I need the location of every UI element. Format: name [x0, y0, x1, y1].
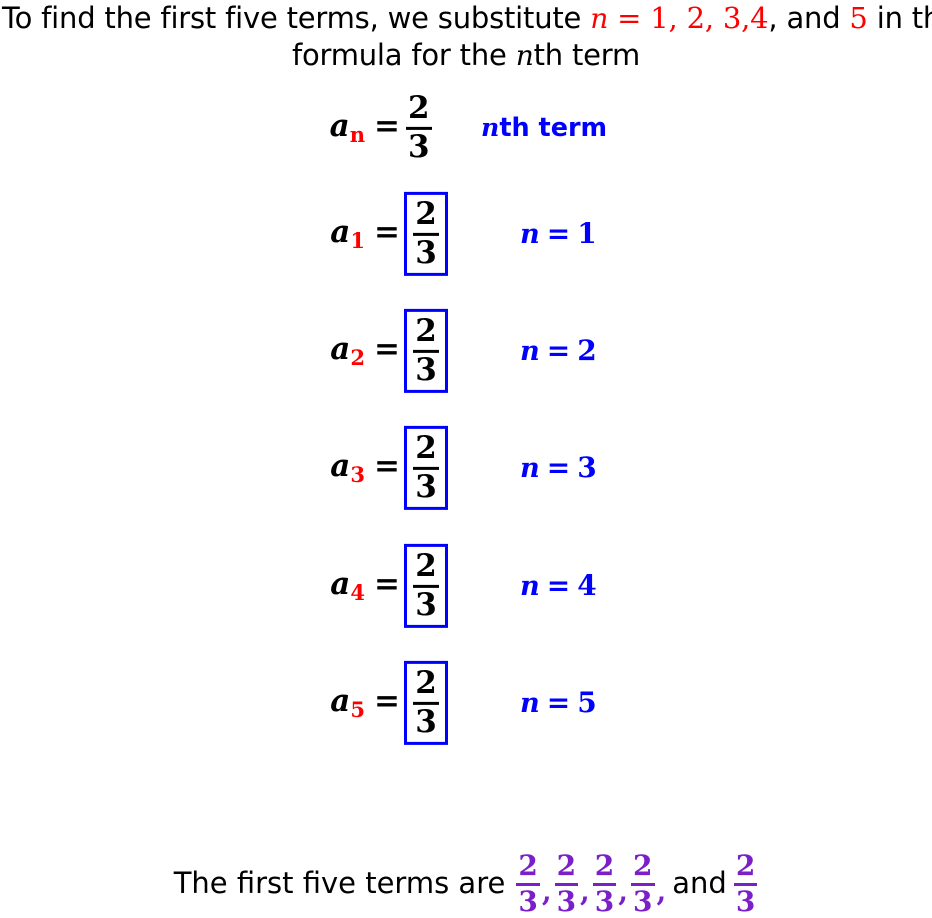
term-5-lhs: a5 =: [330, 686, 400, 720]
general-fraction-numerator: 2: [408, 89, 430, 126]
general-note-variable-n: n: [481, 111, 500, 142]
conclusion-fraction-4-numerator: 2: [633, 849, 653, 882]
conclusion-fraction-4-denominator: 3: [633, 884, 653, 918]
term-5-fraction: 2 3: [412, 664, 440, 740]
term-3-note-value: 3: [577, 450, 597, 484]
term-2-note-value: 2: [577, 333, 597, 367]
term-5-fraction-denominator: 3: [415, 703, 437, 740]
term-2-note-variable-n: n: [520, 334, 540, 367]
term-1-note-equals: =: [546, 216, 571, 250]
term-3-note-equals: =: [546, 450, 571, 484]
term-4-subscript: 4: [350, 579, 366, 605]
term-4-fraction: 2 3: [412, 547, 440, 623]
term-3-fraction-denominator: 3: [415, 468, 437, 505]
conclusion-fraction-3: 23: [592, 849, 617, 918]
term-5-note: n = 5: [520, 685, 597, 719]
general-note-text: th term: [499, 112, 608, 143]
term-4-note-variable-n: n: [520, 569, 540, 602]
term-2-note-equals: =: [546, 333, 571, 367]
term-1-fraction-numerator: 2: [415, 195, 437, 232]
term-4-symbol-a: a: [330, 566, 351, 603]
conclusion-separator-1: ,: [541, 875, 552, 909]
term-4-fraction-denominator: 3: [415, 586, 437, 623]
conclusion-fraction-1-numerator: 2: [518, 849, 538, 882]
general-fraction: 2 3: [405, 89, 433, 165]
term-5-note-value: 5: [577, 685, 597, 719]
term-5-equals-sign: =: [374, 683, 400, 720]
term-3-lhs: a3 =: [330, 451, 400, 485]
term-2-fraction-denominator: 3: [415, 351, 437, 388]
term-1-equals-sign: =: [374, 214, 400, 251]
term-2-note: n = 2: [520, 333, 597, 367]
term-2-lhs: a2 =: [330, 334, 400, 368]
general-note-nth-term: nth term: [481, 111, 608, 143]
conclusion-line: The first five terms are 2 3, 2 3, 2 3, 2 3, and 2…: [0, 851, 932, 915]
conclusion-fraction-5-denominator: 3: [735, 884, 756, 918]
term-2-answer-box: 2 3: [404, 308, 448, 394]
term-4-answer-box: 2 3: [404, 543, 448, 629]
term-4-equals-sign: =: [374, 566, 400, 603]
general-symbol-a: a: [329, 108, 350, 145]
term-3-equals-sign: =: [374, 448, 400, 485]
term-3-fraction-numerator: 2: [415, 429, 437, 466]
term-1-note-value: 1: [577, 216, 597, 250]
conclusion-fraction-2-denominator: 3: [556, 884, 577, 918]
conclusion-separator-4: ,: [656, 875, 667, 909]
term-2-fraction-numerator: 2: [415, 312, 437, 349]
term-3-subscript: 3: [350, 461, 366, 487]
general-fraction-denominator: 3: [408, 128, 430, 165]
term-1-note-variable-n: n: [520, 217, 540, 250]
term-3-note: n = 3: [520, 450, 597, 484]
term-1-lhs: a1 =: [330, 217, 400, 251]
term-5-answer-box: 2 3: [404, 660, 448, 746]
term-1-answer-box: 2 3: [404, 191, 448, 277]
term-3-fraction: 2 3: [412, 429, 440, 505]
term-5-subscript: 5: [350, 696, 366, 722]
conclusion-fraction-5-numerator: 2: [735, 849, 756, 882]
term-3-answer-box: 2 3: [404, 425, 448, 511]
term-4-lhs: a4 =: [330, 569, 400, 603]
term-2-equals-sign: =: [374, 331, 400, 368]
conclusion-fraction-3-denominator: 3: [594, 884, 615, 918]
term-5-note-equals: =: [546, 685, 571, 719]
term-3-note-variable-n: n: [520, 451, 540, 484]
term-5-symbol-a: a: [330, 683, 351, 720]
conclusion-fraction-1: 23: [515, 849, 540, 918]
term-3-symbol-a: a: [330, 448, 351, 485]
conclusion-fraction-4: 23: [630, 849, 655, 918]
term-5-fraction-numerator: 2: [415, 664, 437, 701]
term-4-note-equals: =: [546, 568, 571, 602]
term-4-fraction-numerator: 2: [415, 547, 437, 584]
term-2-subscript: 2: [350, 344, 366, 370]
term-1-note: n = 1: [520, 216, 597, 250]
conclusion-fraction-2: 23: [554, 849, 579, 918]
term-1-fraction: 2 3: [412, 195, 440, 271]
conclusion-fraction-1-denominator: 3: [518, 884, 538, 918]
conclusion-fraction-5: 23: [733, 849, 758, 918]
term-2-symbol-a: a: [330, 331, 351, 368]
conclusion-fraction-2-numerator: 2: [556, 849, 577, 882]
conclusion-separator-2: ,: [580, 875, 590, 909]
term-1-symbol-a: a: [330, 214, 351, 251]
conclusion-separator-3: ,: [618, 875, 629, 909]
general-equals-sign: =: [374, 108, 400, 145]
term-4-note: n = 4: [520, 568, 597, 602]
term-1-fraction-denominator: 3: [415, 234, 437, 271]
term-4-note-value: 4: [577, 568, 597, 602]
general-subscript-n: n: [349, 121, 366, 147]
term-1-subscript: 1: [350, 227, 366, 253]
term-5-note-variable-n: n: [520, 686, 540, 719]
general-formula-lhs: an =: [330, 111, 400, 145]
equation-list: an = 2 3 nth term a1 = 2 3 n = 1 a2 = 2 …: [0, 0, 932, 883]
conclusion-fraction-3-numerator: 2: [594, 849, 615, 882]
term-2-fraction: 2 3: [412, 312, 440, 388]
